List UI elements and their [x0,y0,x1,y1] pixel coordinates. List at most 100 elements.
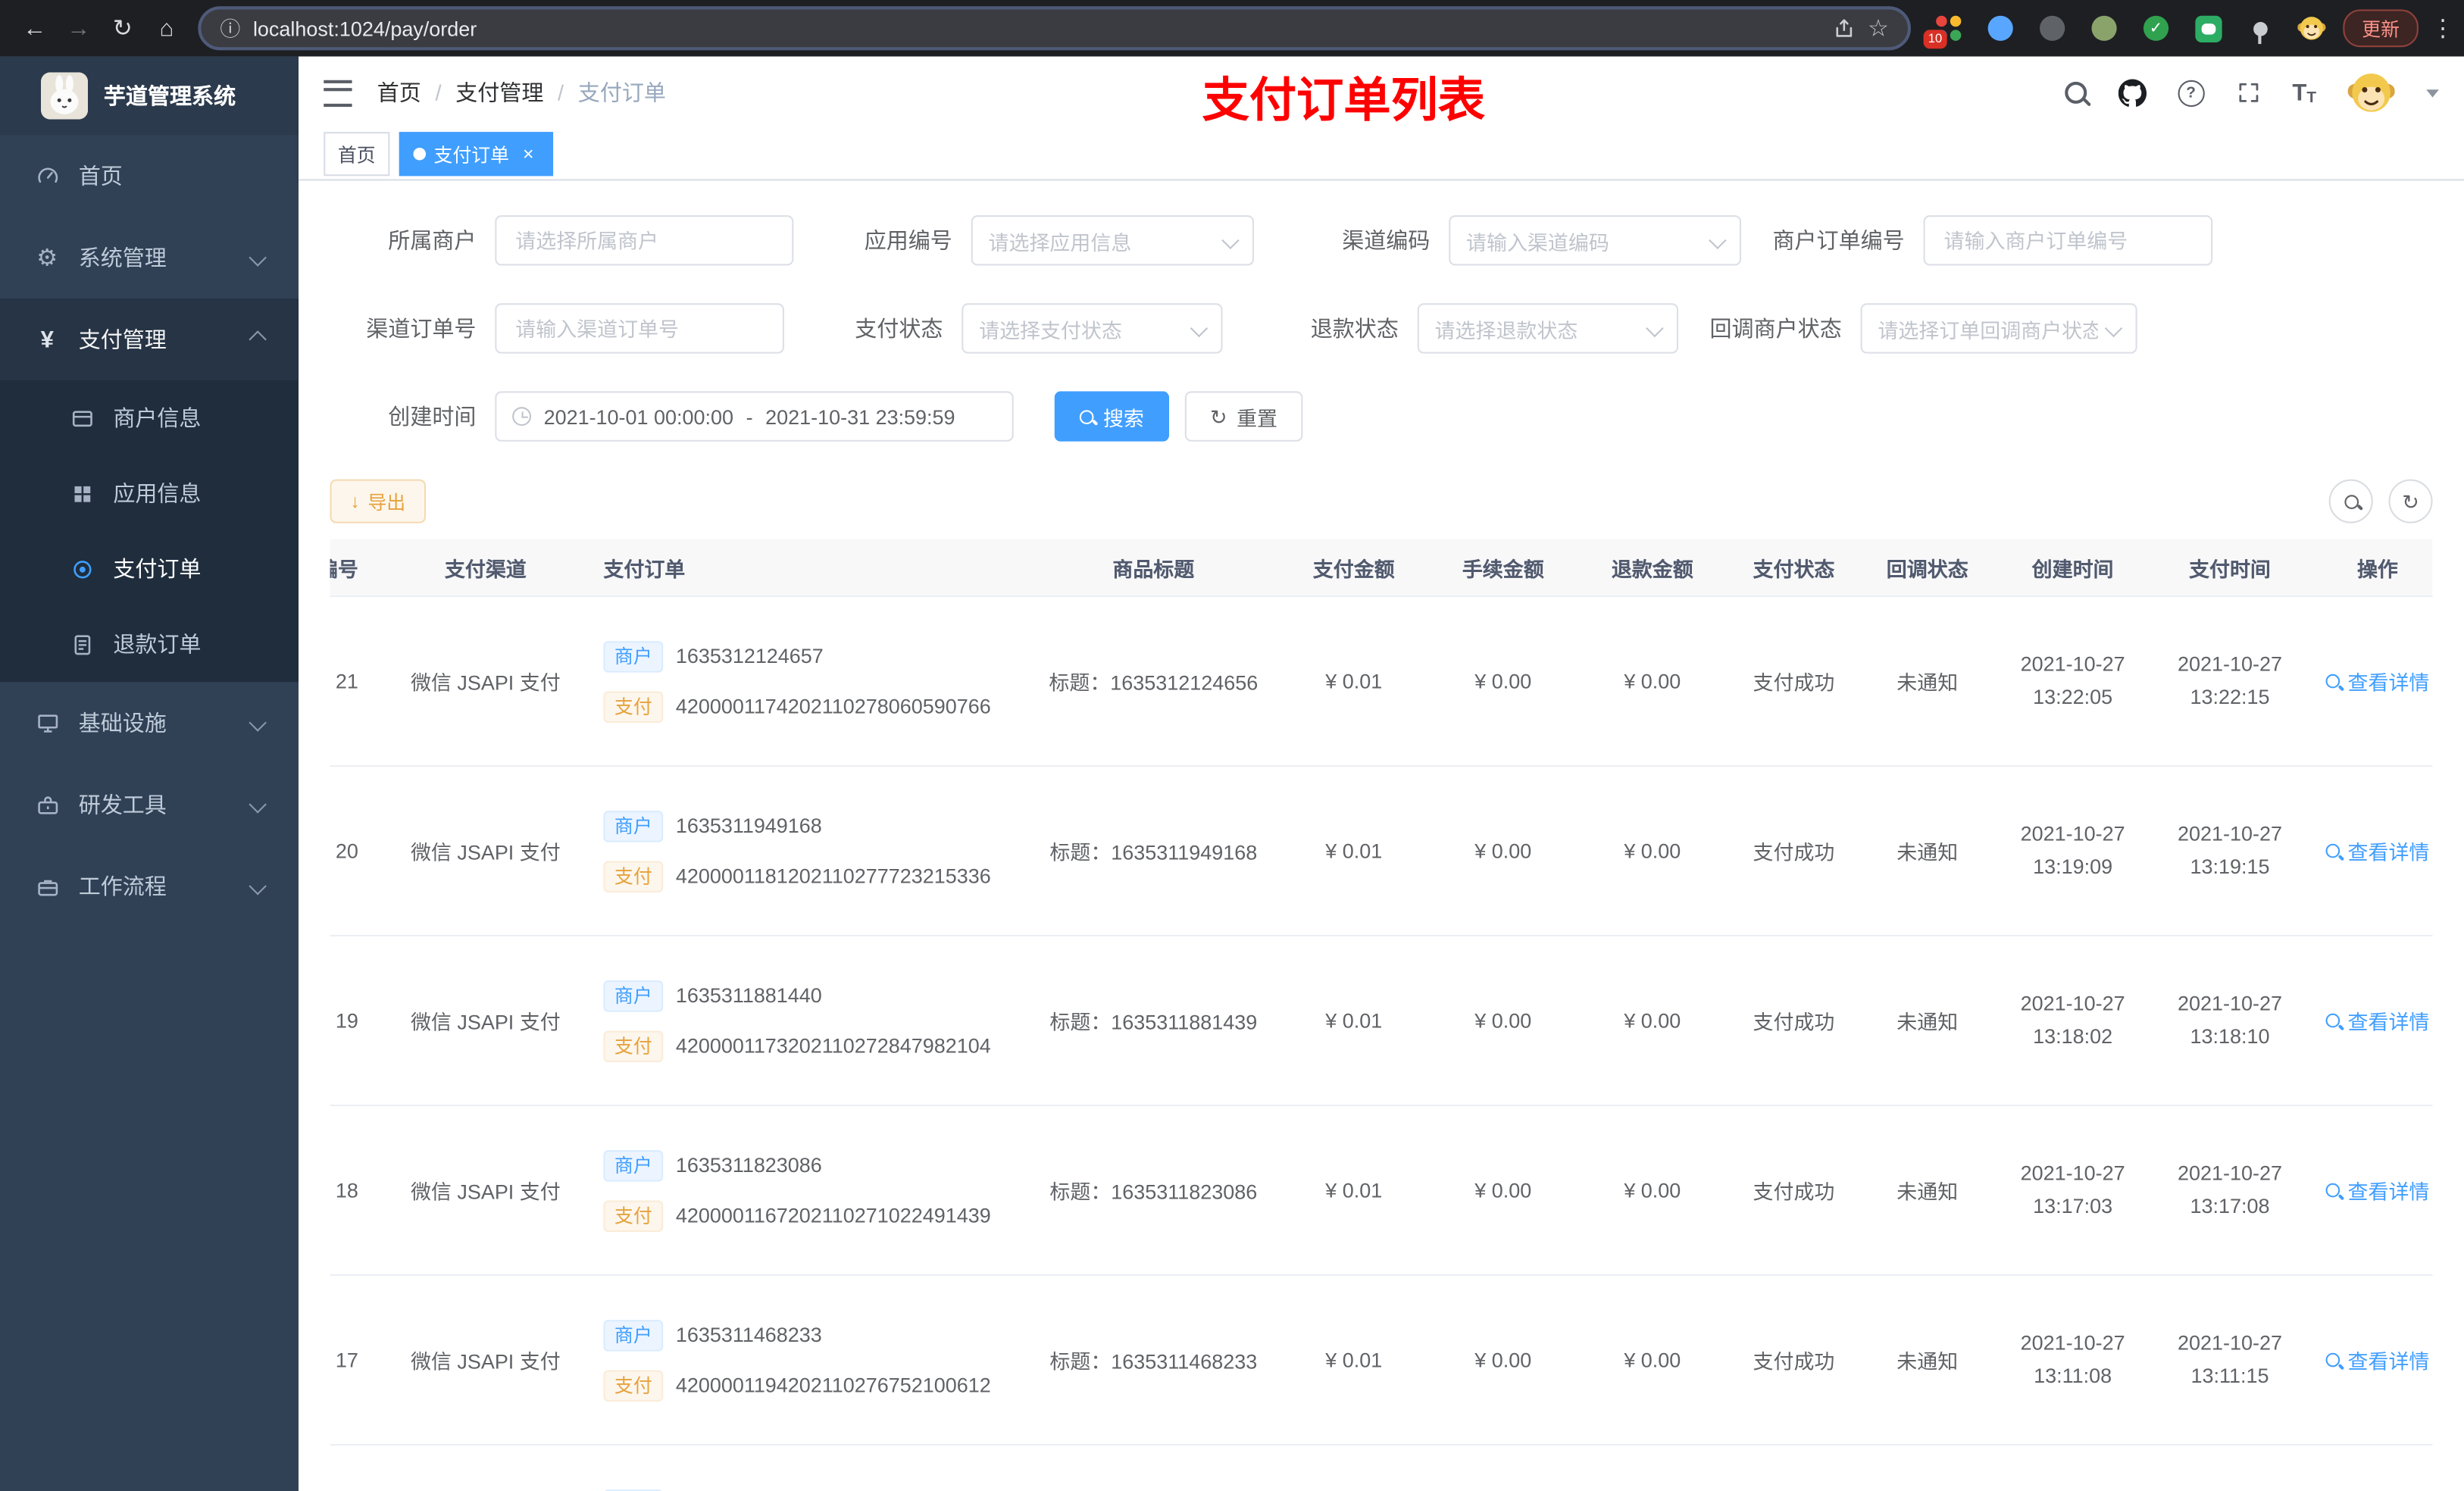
view-detail-link[interactable]: 查看详情 [2325,1005,2429,1035]
search-icon [2325,1013,2340,1028]
chevron-down-icon [2104,319,2123,338]
breadcrumb-home[interactable]: 首页 [377,77,421,108]
sidebar-item-app-info[interactable]: 应用信息 [0,455,299,531]
cell-id: 21 [335,669,358,693]
browser-update-button[interactable]: 更新 [2343,9,2419,48]
chevron-down-icon[interactable] [2426,89,2439,97]
cell-notify-status: 未通知 [1896,1349,1959,1374]
sidebar-item-home[interactable]: 首页 [0,135,299,217]
filter-label: 支付状态 [855,315,943,342]
sidebar-item-pay-order[interactable]: 支付订单 [0,531,299,607]
back-button[interactable]: ← [13,6,57,50]
export-button[interactable]: ↓ 导出 [330,479,427,524]
cell-id: 18 [335,1178,358,1202]
view-detail-link[interactable]: 查看详情 [2325,1175,2429,1205]
reload-button[interactable]: ↻ [101,6,145,50]
view-detail-link[interactable]: 查看详情 [2325,666,2429,695]
sidebar-item-refund-order[interactable]: 退款订单 [0,607,299,683]
extension-palette-icon[interactable]: 10 [1923,13,1964,49]
breadcrumb-payment[interactable]: 支付管理 [421,77,543,108]
filter-label: 渠道编码 [1342,227,1431,253]
sidebar-item-dev-tools[interactable]: 研发工具 [0,764,299,846]
channel-code-select[interactable]: 请输入渠道编码 [1449,215,1741,266]
sidebar-item-workflow[interactable]: 工作流程 [0,846,299,927]
fullscreen-icon[interactable] [2236,80,2261,105]
breadcrumb-pay-order: 支付订单 [543,77,666,108]
pay-tag: 支付 [603,1030,664,1061]
view-detail-label: 查看详情 [2347,840,2430,864]
url-text[interactable]: localhost:1024/pay/order [253,17,1819,40]
column-header: 操作 [2356,557,2398,581]
briefcase-icon [35,874,60,899]
column-header: 支付渠道 [444,557,527,581]
reset-button[interactable]: ↻ 重置 [1184,391,1303,442]
sidebar-item-merchant-info[interactable]: 商户信息 [0,380,299,456]
user-avatar[interactable] [2348,69,2395,116]
topbar: 首页 支付管理 支付订单 支付订单列表 ? TT [299,56,2464,130]
extensions-pin-icon[interactable] [2244,13,2275,44]
refund-status-select[interactable]: 请选择退款状态 [1417,303,1679,354]
tab-home[interactable]: 首页 [324,132,390,177]
toggle-search-button[interactable] [2328,479,2373,524]
bookmark-star-icon[interactable]: ☆ [1868,14,1889,42]
active-dot-icon [413,147,427,161]
select-placeholder: 请输入渠道编码 [1466,230,1609,254]
date-end-value[interactable]: 2021-10-31 23:59:59 [765,405,955,428]
help-icon[interactable]: ? [2177,79,2205,106]
search-icon[interactable] [2064,81,2087,104]
search-button[interactable]: 搜索 [1054,391,1170,442]
cell-pay-status: 支付成功 [1753,1010,1835,1034]
merchant-input[interactable] [495,215,794,266]
pay-order-line: 支付 4200001173202110272847982104 [603,1030,991,1061]
extension-olive-icon[interactable] [2088,13,2119,44]
app-select[interactable]: 请选择应用信息 [971,215,1255,266]
profile-avatar-icon[interactable] [2296,13,2327,44]
close-icon[interactable] [517,143,539,165]
sidebar-item-infrastructure[interactable]: 基础设施 [0,682,299,764]
pay-order-line: 支付 4200001174202110278060590766 [603,690,991,723]
extensions-area: 10 ✓ [1923,13,2328,49]
chevron-down-icon [1190,319,1209,338]
extension-gray-icon[interactable] [2037,13,2068,44]
font-size-icon[interactable]: TT [2292,80,2316,106]
notify-status-select[interactable]: 请选择订单回调商户状态 [1860,303,2137,354]
page-content: 所属商户 应用编号 请选择应用信息 渠道编码 请输入渠道编码 [299,180,2464,1491]
page-title: 支付订单列表 [1202,75,1485,127]
sidebar-item-label: 基础设施 [78,710,167,736]
browser-window: ← → ↻ ⌂ ⓘ localhost:1024/pay/order ☆ 10 … [0,0,2464,1491]
cell-action: 查看详情 [2309,767,2433,935]
sidebar-item-payment[interactable]: ¥ 支付管理 [0,299,299,380]
search-button-label: 搜索 [1102,406,1144,430]
extension-check-icon[interactable]: ✓ [2140,13,2172,44]
tab-pay-order[interactable]: 支付订单 [399,132,554,177]
create-time-range-picker[interactable]: 2021-10-01 00:00:00 - 2021-10-31 23:59:5… [495,391,1014,442]
refresh-table-button[interactable]: ↻ [2388,479,2433,524]
view-detail-link[interactable]: 查看详情 [2325,1345,2429,1374]
cell-pay-time: 2021-10-27 13:11:15 [2178,1330,2282,1387]
filter-label: 所属商户 [388,227,477,253]
select-placeholder: 请选择支付状态 [979,317,1122,342]
gear-icon: ⚙ [36,245,58,272]
hamburger-icon[interactable] [324,79,352,106]
extension-blue-icon[interactable] [1984,13,2015,44]
cell-fee-amount: ¥ 0.00 [1474,1348,1532,1372]
channel-order-no-input[interactable] [495,303,784,354]
date-start-value[interactable]: 2021-10-01 00:00:00 [544,405,733,428]
filter-row-2: 渠道订单号 支付状态 请选择支付状态 退款状态 请选择退款状态 [330,303,2433,354]
forward-button[interactable]: → [57,6,101,50]
github-icon[interactable] [2118,79,2146,107]
cell-create-time: 2021-10-27 13:11:08 [2020,1330,2125,1387]
browser-menu-icon[interactable]: ⋮ [2431,14,2455,42]
sidebar-item-system[interactable]: ⚙ 系统管理 [0,217,299,299]
site-info-icon[interactable]: ⓘ [220,18,240,39]
share-icon[interactable] [1831,17,1855,40]
cell-channel: 微信 JSAPI 支付 [410,670,561,695]
address-bar[interactable]: ⓘ localhost:1024/pay/order ☆ [198,6,1911,51]
pay-status-select[interactable]: 请选择支付状态 [962,303,1223,354]
home-button[interactable]: ⌂ [145,6,189,50]
view-detail-link[interactable]: 查看详情 [2325,836,2429,865]
cell-title: 标题：1635311949168 [1049,840,1258,864]
extension-wechat-icon[interactable] [2192,13,2223,44]
cell-refund-amount [1578,1446,1727,1491]
merchant-order-no-input[interactable] [1923,215,2213,266]
